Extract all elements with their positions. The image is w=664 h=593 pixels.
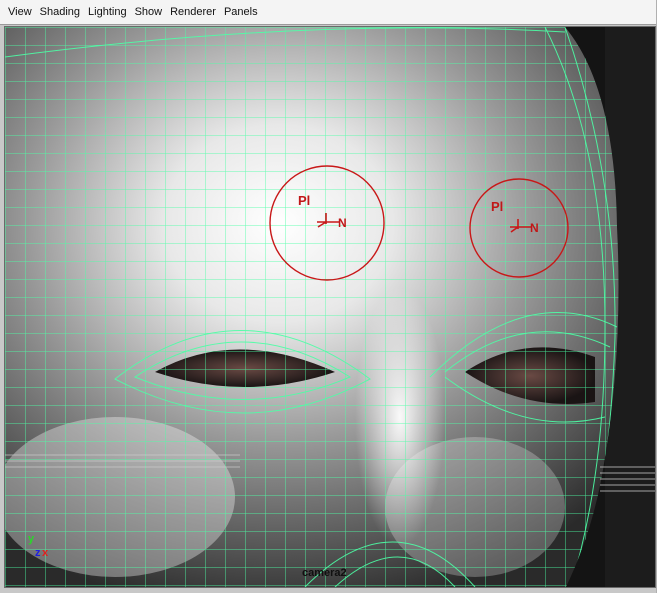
3d-viewport[interactable]: Pl N Pl N y z x camera2: [4, 26, 656, 588]
menu-lighting[interactable]: Lighting: [84, 0, 131, 25]
axis-x-label: x: [42, 547, 49, 559]
manipulator-label-n-right: N: [530, 221, 539, 235]
axis-z-label: z: [35, 547, 41, 559]
menu-panels[interactable]: Panels: [220, 0, 262, 25]
axis-y-label: y: [28, 533, 35, 545]
camera-label: camera2: [302, 567, 347, 579]
menu-view[interactable]: View: [4, 0, 36, 25]
side-panel-edge: [656, 0, 664, 593]
menu-renderer[interactable]: Renderer: [166, 0, 220, 25]
manipulator-label-n-left: N: [338, 216, 347, 230]
manipulator-label-pl-left: Pl: [298, 193, 311, 208]
manipulator-label-pl-right: Pl: [491, 199, 504, 214]
menu-shading[interactable]: Shading: [36, 0, 84, 25]
viewport-menubar: View Shading Lighting Show Renderer Pane…: [0, 0, 664, 25]
menu-items: View Shading Lighting Show Renderer Pane…: [4, 0, 262, 25]
menu-show[interactable]: Show: [131, 0, 167, 25]
viewport-scene: [5, 27, 655, 587]
